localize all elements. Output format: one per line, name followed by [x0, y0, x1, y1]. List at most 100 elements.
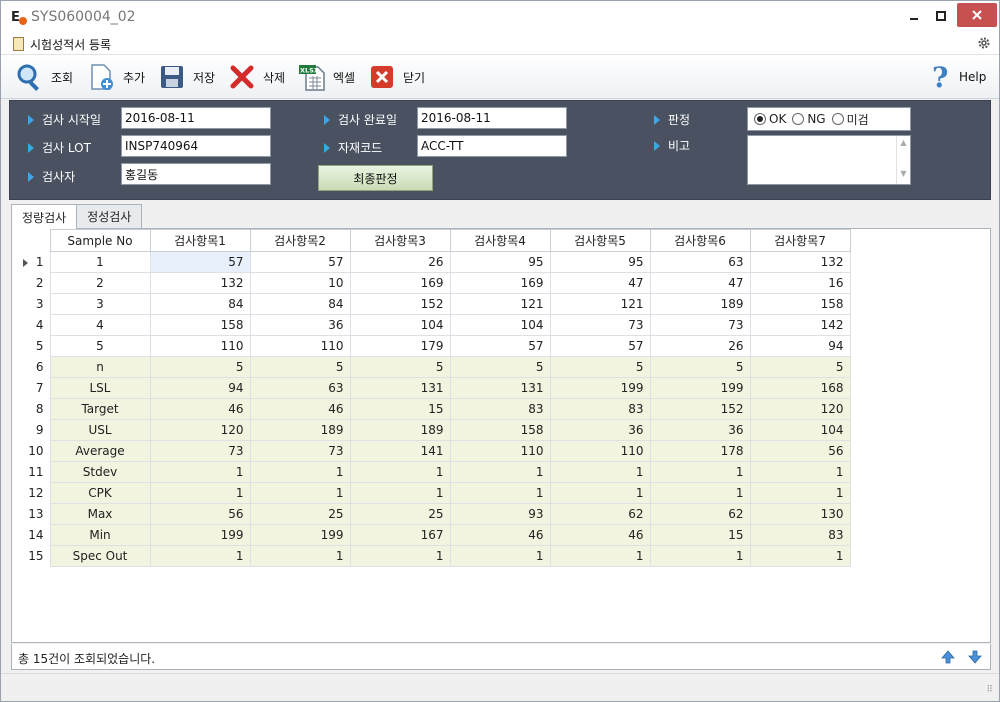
value-cell[interactable]: 46: [549, 524, 651, 546]
value-cell[interactable]: 46: [249, 398, 351, 420]
value-cell[interactable]: 1: [649, 545, 751, 567]
value-cell[interactable]: 26: [649, 335, 751, 357]
sample-cell[interactable]: 5: [49, 335, 151, 357]
value-cell[interactable]: 25: [249, 503, 351, 525]
sample-cell[interactable]: Average: [49, 440, 151, 462]
column-header-item1[interactable]: 검사항목1: [149, 229, 251, 252]
value-cell[interactable]: 1: [549, 461, 651, 483]
column-header-item4[interactable]: 검사항목4: [449, 229, 551, 252]
value-cell[interactable]: 1: [749, 461, 851, 483]
value-cell[interactable]: 62: [649, 503, 751, 525]
value-cell[interactable]: 104: [449, 314, 551, 336]
remark-scrollbar[interactable]: ▲ ▼: [896, 136, 910, 184]
radio-ng[interactable]: NG: [792, 112, 826, 126]
radio-ok[interactable]: OK: [754, 112, 786, 126]
value-cell[interactable]: 1: [549, 545, 651, 567]
sample-cell[interactable]: Spec Out: [49, 545, 151, 567]
value-cell[interactable]: 1: [349, 545, 451, 567]
value-cell[interactable]: 141: [349, 440, 451, 462]
row-number[interactable]: 6: [12, 356, 50, 378]
value-cell[interactable]: 84: [149, 293, 251, 315]
value-cell[interactable]: 120: [149, 419, 251, 441]
value-cell[interactable]: 56: [149, 503, 251, 525]
value-cell[interactable]: 95: [449, 251, 551, 273]
minimize-button[interactable]: [899, 1, 929, 31]
sample-cell[interactable]: Target: [49, 398, 151, 420]
value-cell[interactable]: 25: [349, 503, 451, 525]
value-cell[interactable]: 5: [249, 356, 351, 378]
value-cell[interactable]: 73: [649, 314, 751, 336]
table-row[interactable]: 7 LSL 94 63 131 131 199 199 168: [12, 377, 851, 399]
value-cell[interactable]: 1: [149, 545, 251, 567]
maximize-button[interactable]: [926, 1, 956, 31]
close-window-button[interactable]: [957, 3, 997, 27]
sample-cell[interactable]: Max: [49, 503, 151, 525]
value-cell[interactable]: 73: [249, 440, 351, 462]
value-cell[interactable]: 83: [749, 524, 851, 546]
tab-quantitative[interactable]: 정량검사: [11, 204, 78, 229]
value-cell[interactable]: 63: [649, 251, 751, 273]
value-cell[interactable]: 36: [649, 419, 751, 441]
value-cell[interactable]: 62: [549, 503, 651, 525]
value-cell[interactable]: 1: [749, 482, 851, 504]
value-cell[interactable]: 169: [449, 272, 551, 294]
value-cell[interactable]: 199: [149, 524, 251, 546]
value-cell[interactable]: 57: [149, 251, 251, 273]
value-cell[interactable]: 57: [549, 335, 651, 357]
value-cell[interactable]: 36: [549, 419, 651, 441]
value-cell[interactable]: 169: [349, 272, 451, 294]
table-row[interactable]: 2 2 132 10 169 169 47 47 16: [12, 272, 851, 294]
save-button[interactable]: 저장: [157, 61, 215, 93]
value-cell[interactable]: 36: [249, 314, 351, 336]
table-row[interactable]: 11 Stdev 1 1 1 1 1 1 1: [12, 461, 851, 483]
table-row[interactable]: 5 5 110 110 179 57 57 26 94: [12, 335, 851, 357]
value-cell[interactable]: 5: [349, 356, 451, 378]
row-number[interactable]: 2: [12, 272, 50, 294]
column-header-item6[interactable]: 검사항목6: [649, 229, 751, 252]
value-cell[interactable]: 1: [649, 482, 751, 504]
value-cell[interactable]: 1: [649, 461, 751, 483]
value-cell[interactable]: 120: [749, 398, 851, 420]
value-cell[interactable]: 110: [549, 440, 651, 462]
value-cell[interactable]: 189: [349, 419, 451, 441]
value-cell[interactable]: 84: [249, 293, 351, 315]
sample-cell[interactable]: Min: [49, 524, 151, 546]
value-cell[interactable]: 132: [749, 251, 851, 273]
sample-cell[interactable]: Stdev: [49, 461, 151, 483]
gear-icon[interactable]: [977, 36, 991, 50]
row-number[interactable]: 7: [12, 377, 50, 399]
value-cell[interactable]: 142: [749, 314, 851, 336]
value-cell[interactable]: 1: [249, 482, 351, 504]
tab-qualitative[interactable]: 정성검사: [76, 204, 143, 228]
table-row[interactable]: 14 Min 199 199 167 46 46 15 83: [12, 524, 851, 546]
value-cell[interactable]: 5: [549, 356, 651, 378]
value-cell[interactable]: 93: [449, 503, 551, 525]
value-cell[interactable]: 5: [649, 356, 751, 378]
value-cell[interactable]: 110: [249, 335, 351, 357]
table-row[interactable]: 6n5555555: [12, 356, 851, 378]
value-cell[interactable]: 179: [349, 335, 451, 357]
value-cell[interactable]: 63: [249, 377, 351, 399]
value-cell[interactable]: 94: [149, 377, 251, 399]
end-date-input[interactable]: [417, 107, 567, 129]
value-cell[interactable]: 47: [549, 272, 651, 294]
value-cell[interactable]: 104: [349, 314, 451, 336]
value-cell[interactable]: 1: [349, 482, 451, 504]
value-cell[interactable]: 1: [249, 461, 351, 483]
table-row[interactable]: 8 Target 46 46 15 83 83 152 120: [12, 398, 851, 420]
value-cell[interactable]: 1: [149, 482, 251, 504]
value-cell[interactable]: 158: [449, 419, 551, 441]
excel-button[interactable]: XLSX 엑셀: [297, 61, 355, 93]
value-cell[interactable]: 1: [549, 482, 651, 504]
help-button[interactable]: ? Help: [927, 61, 986, 93]
radio-uninspected[interactable]: 미검: [831, 111, 869, 128]
sample-cell[interactable]: 1: [49, 251, 151, 273]
value-cell[interactable]: 57: [249, 251, 351, 273]
value-cell[interactable]: 178: [649, 440, 751, 462]
search-button[interactable]: 조회: [15, 61, 73, 93]
value-cell[interactable]: 46: [449, 524, 551, 546]
value-cell[interactable]: 168: [749, 377, 851, 399]
value-cell[interactable]: 121: [549, 293, 651, 315]
row-number[interactable]: 1: [12, 251, 50, 273]
row-number[interactable]: 9: [12, 419, 50, 441]
